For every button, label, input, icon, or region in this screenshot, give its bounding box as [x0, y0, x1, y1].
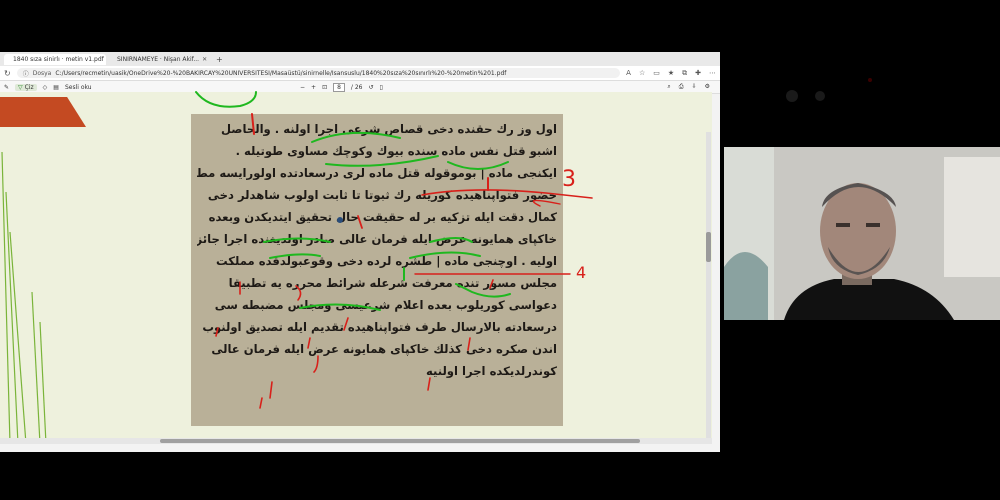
tab-pdf[interactable]: 1840 sıza sinirlı · metin v1.pdf ✕: [4, 53, 106, 65]
webcam-overlay: [724, 147, 1000, 320]
browser-toolbar-icons: A ☆ ▭ ★ ⧉ ✚ ⋯: [626, 69, 716, 78]
menu-icon[interactable]: ⋯: [709, 69, 716, 78]
page-view-icon[interactable]: ▯: [380, 84, 383, 91]
slide-decoration: [1, 151, 47, 444]
page-total: / 26: [350, 83, 363, 91]
manuscript-line: اشبو قتل نفس ماده سنده بیوك وكوچك مساوی …: [235, 144, 557, 158]
background-shadow: [786, 78, 872, 102]
collections-icon[interactable]: ⧉: [682, 69, 687, 78]
add-text-icon[interactable]: ▤: [53, 84, 59, 91]
horizontal-scrollbar[interactable]: [0, 438, 712, 444]
draw-button[interactable]: ▽ Çiz: [15, 83, 37, 91]
manuscript-line: درسعادته بالارسال طرف فتواپناهیده تقدیم …: [202, 320, 557, 334]
page-controls: − + ⊡ 8 / 26 ↺ ▯: [300, 82, 383, 92]
fit-icon[interactable]: ⊡: [322, 84, 327, 91]
tab-bar: 1840 sıza sinirlı · metin v1.pdf ✕ SINIR…: [0, 52, 720, 66]
manuscript-line: كمال دقت ایله تزكیه بر له حقیقت حال تحقی…: [208, 210, 557, 224]
manuscript-line: ایكنجی ماده | بوموقوله قتل ماده لری درسع…: [197, 166, 557, 180]
manuscript-line: اولیه . اوچنجی ماده | طشره لرده دخی وقوع…: [216, 254, 557, 268]
file-info-icon[interactable]: ⓘ: [23, 69, 29, 78]
vertical-scrollbar[interactable]: [706, 132, 711, 444]
zoom-out-button[interactable]: −: [300, 84, 305, 91]
search-icon[interactable]: ⌕: [667, 83, 670, 91]
pdf-page[interactable]: اول وز رك حقنده دخی قصاص شرعی اجرا اولنه…: [0, 92, 712, 444]
manuscript-image: اول وز رك حقنده دخی قصاص شرعی اجرا اولنه…: [191, 114, 563, 426]
save-icon[interactable]: ⇩: [692, 83, 697, 91]
url-text: C:/Users/recmetin/uasik/OneDrive%20-%20B…: [55, 69, 507, 77]
draw-label: Çiz: [24, 83, 34, 91]
read-icon[interactable]: A: [626, 69, 631, 78]
manuscript-line: حضور فتواپناهیده كوریله رك ثبوتا تا ثابت…: [207, 188, 557, 202]
tab-secondary[interactable]: SINIRNAMEYE · Nişan Akif... ✕: [108, 54, 210, 65]
rotate-icon[interactable]: ↺: [369, 84, 374, 91]
split-screen-icon[interactable]: ▭: [653, 69, 660, 78]
page-number-input[interactable]: 8: [333, 82, 345, 92]
highlight-icon[interactable]: ✎: [4, 84, 9, 91]
scrollbar-thumb[interactable]: [706, 232, 711, 262]
manuscript-line: خاكپای همایونه عرض ایله فرمان عالی صادر …: [197, 232, 557, 246]
eraser-icon[interactable]: ◇: [43, 84, 48, 91]
close-tab-icon[interactable]: ✕: [202, 56, 207, 63]
refresh-icon[interactable]: ↻: [4, 69, 11, 78]
manuscript-line: اول وز رك حقنده دخی قصاص شرعی اجرا اولنه…: [220, 122, 557, 136]
manuscript-line: مجلس مسور تنده معرفت شرعله شرائط محرره ی…: [228, 276, 557, 290]
browser-window: 1840 sıza sinirlı · metin v1.pdf ✕ SINIR…: [0, 52, 720, 452]
address-bar-row: ↻ ⓘ Dosya C:/Users/recmetin/uasik/OneDri…: [0, 66, 720, 81]
favorite-icon[interactable]: ☆: [639, 69, 645, 78]
hscrollbar-thumb[interactable]: [160, 439, 640, 443]
tab-label: SINIRNAMEYE · Nişan Akif...: [117, 55, 200, 63]
pen-icon: ▽: [18, 83, 23, 91]
address-bar[interactable]: ⓘ Dosya C:/Users/recmetin/uasik/OneDrive…: [16, 68, 621, 78]
manuscript-text: اول وز رك حقنده دخی قصاص شرعی اجرا اولنه…: [197, 118, 557, 382]
read-aloud-label[interactable]: Sesli oku: [65, 84, 92, 91]
presenter-video: [724, 147, 1000, 320]
manuscript-line: اندن صكره دخی كذلك خاكپای همایونه عرض ای…: [211, 342, 557, 356]
settings-icon[interactable]: ⚙: [705, 83, 710, 91]
zoom-in-button[interactable]: +: [311, 84, 316, 91]
pdf-right-tools: ⌕ ⎙ ⇩ ⚙: [667, 83, 710, 91]
tab-label: 1840 sıza sinirlı · metin v1.pdf: [13, 55, 104, 63]
extensions-icon[interactable]: ✚: [695, 69, 701, 78]
print-icon[interactable]: ⎙: [679, 83, 684, 91]
site-label: Dosya: [32, 69, 52, 77]
new-tab-button[interactable]: +: [212, 55, 227, 64]
manuscript-line: دعواسی كوریلوب بعده اعلام شرعیسی ومجلس م…: [214, 298, 557, 312]
manuscript-line: كوندرلدیكده اجرا اولنیه: [425, 364, 557, 378]
favorites-icon[interactable]: ★: [668, 69, 674, 78]
